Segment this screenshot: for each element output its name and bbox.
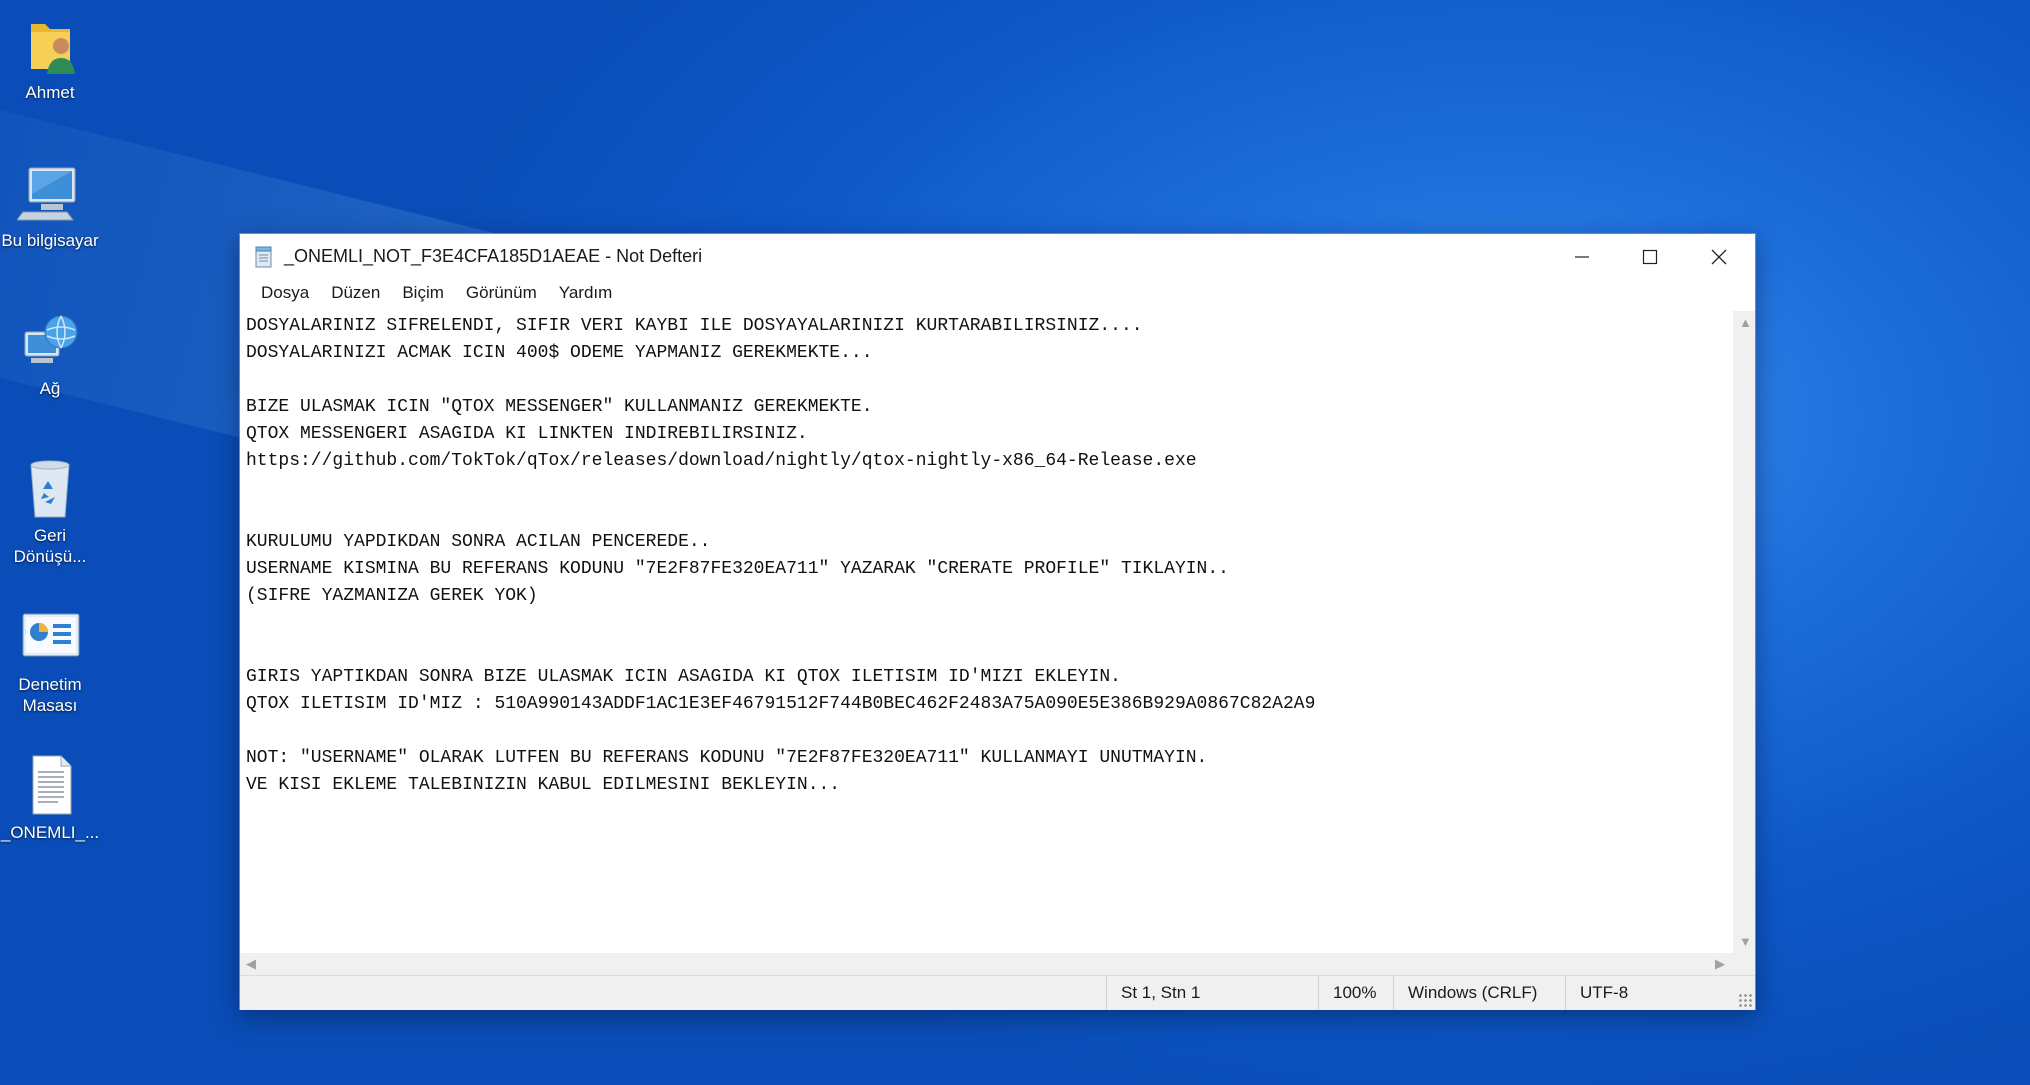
- computer-icon: [16, 160, 83, 226]
- desktop-icon-this-pc[interactable]: Bu bilgisayar: [0, 160, 100, 251]
- control-panel-icon: [17, 604, 83, 670]
- text-line: VE KISI EKLEME TALEBINIZIN KABUL EDILMES…: [246, 775, 841, 795]
- text-line: DOSYALARINIZI ACMAK ICIN 400$ ODEME YAPM…: [246, 343, 873, 363]
- desktop-icon-user-folder[interactable]: Ahmet: [0, 12, 100, 103]
- text-line: QTOX MESSENGERI ASAGIDA KI LINKTEN INDIR…: [246, 424, 808, 444]
- menu-file[interactable]: Dosya: [250, 283, 320, 303]
- scroll-left-icon[interactable]: ◀: [246, 956, 256, 972]
- status-bar: St 1, Stn 1 100% Windows (CRLF) UTF-8: [240, 975, 1755, 1010]
- text-line: [246, 367, 1733, 394]
- status-line-ending: Windows (CRLF): [1393, 976, 1565, 1010]
- menu-view[interactable]: Görünüm: [455, 283, 548, 303]
- text-line: (SIFRE YAZMANIZA GEREK YOK): [246, 586, 538, 606]
- close-button[interactable]: [1685, 234, 1753, 279]
- text-line: [246, 718, 1733, 745]
- scroll-down-icon[interactable]: ▼: [1739, 934, 1752, 949]
- text-line: DOSYALARINIZ SIFRELENDI, SIFIR VERI KAYB…: [246, 316, 1143, 336]
- status-cursor-position: St 1, Stn 1: [1106, 976, 1318, 1010]
- text-line: QTOX ILETISIM ID'MIZ : 510A990143ADDF1AC…: [246, 694, 1316, 714]
- text-line: [246, 637, 1733, 664]
- desktop-icon-control-panel[interactable]: Denetim Masası: [0, 604, 100, 716]
- status-zoom: 100%: [1318, 976, 1393, 1010]
- scroll-right-icon[interactable]: ▶: [1715, 956, 1725, 972]
- text-line: NOT: "USERNAME" OLARAK LUTFEN BU REFERAN…: [246, 748, 1208, 768]
- resize-grip-icon[interactable]: [1738, 993, 1752, 1007]
- close-icon: [1711, 249, 1727, 264]
- text-line: BIZE ULASMAK ICIN "QTOX MESSENGER" KULLA…: [246, 397, 873, 417]
- user-folder-icon: [17, 12, 83, 78]
- text-line: USERNAME KISMINA BU REFERANS KODUNU "7E2…: [246, 559, 1229, 579]
- desktop-icon-ransom-note[interactable]: _ONEMLI_...: [0, 752, 100, 843]
- text-line: [246, 475, 1733, 502]
- network-globe-icon: [17, 308, 83, 374]
- text-line: [246, 610, 1733, 637]
- text-line: KURULUMU YAPDIKDAN SONRA ACILAN PENCERED…: [246, 532, 711, 552]
- desktop-icon-recycle-bin[interactable]: Geri Dönüşü...: [0, 455, 100, 567]
- minimize-button[interactable]: [1548, 234, 1616, 279]
- notepad-window[interactable]: _ONEMLI_NOT_F3E4CFA185D1AEAE - Not Defte…: [239, 233, 1756, 1010]
- desktop-icon-label: Geri Dönüşü...: [13, 526, 87, 566]
- maximize-button[interactable]: [1616, 234, 1684, 279]
- vertical-scrollbar[interactable]: ▲ ▼: [1733, 311, 1755, 953]
- desktop-icon-label: _ONEMLI_...: [0, 823, 100, 842]
- scrollbar-corner: [1733, 953, 1755, 975]
- horizontal-scrollbar[interactable]: ◀ ▶: [240, 953, 1733, 975]
- text-line: https://github.com/TokTok/qTox/releases/…: [246, 451, 1197, 471]
- desktop-icon-label: Ağ: [39, 379, 61, 398]
- desktop-icon-network[interactable]: Ağ: [0, 308, 100, 399]
- status-encoding: UTF-8: [1565, 976, 1735, 1010]
- desktop-icon-label: Denetim Masası: [18, 675, 82, 715]
- text-document-icon: [17, 752, 83, 818]
- minimize-icon: [1575, 255, 1589, 258]
- desktop-icon-label: Bu bilgisayar: [1, 231, 99, 250]
- notepad-icon: [254, 246, 274, 268]
- menu-format[interactable]: Biçim: [391, 283, 455, 303]
- maximize-icon: [1642, 249, 1658, 264]
- title-bar[interactable]: _ONEMLI_NOT_F3E4CFA185D1AEAE - Not Defte…: [240, 234, 1755, 279]
- scroll-up-icon[interactable]: ▲: [1739, 315, 1752, 330]
- window-title: _ONEMLI_NOT_F3E4CFA185D1AEAE - Not Defte…: [284, 246, 703, 266]
- menu-edit[interactable]: Düzen: [320, 283, 391, 303]
- recycle-bin-icon: [17, 455, 83, 521]
- menu-bar: Dosya Düzen Biçim Görünüm Yardım: [240, 279, 1755, 307]
- menu-help[interactable]: Yardım: [548, 283, 624, 303]
- desktop-icon-label: Ahmet: [25, 83, 75, 102]
- text-line: GIRIS YAPTIKDAN SONRA BIZE ULASMAK ICIN …: [246, 667, 1121, 687]
- text-editor-area[interactable]: DOSYALARINIZ SIFRELENDI, SIFIR VERI KAYB…: [240, 311, 1733, 953]
- text-line: [246, 502, 1733, 529]
